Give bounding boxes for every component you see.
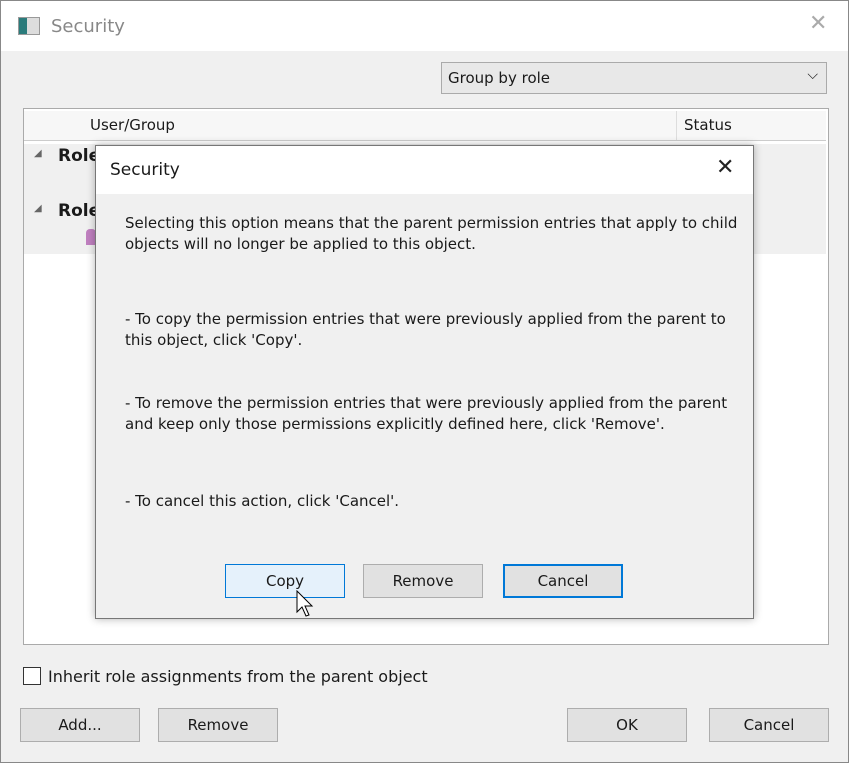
cancel-button[interactable]: Cancel <box>709 708 829 742</box>
inherit-checkbox-label[interactable]: Inherit role assignments from the parent… <box>48 667 428 686</box>
group-by-value: Group by role <box>448 69 551 87</box>
expand-icon[interactable]: ◢ <box>34 203 42 214</box>
copy-button[interactable]: Copy <box>225 564 345 598</box>
inherit-checkbox[interactable] <box>23 667 41 685</box>
copy-instruction: - To copy the permission entries that we… <box>125 310 726 349</box>
add-button[interactable]: Add... <box>20 708 140 742</box>
dialog-title-bar: Security ✕ <box>96 146 753 194</box>
close-icon[interactable]: ✕ <box>716 155 734 180</box>
window-title: Security <box>51 16 125 37</box>
dialog-cancel-button[interactable]: Cancel <box>503 564 623 598</box>
app-icon <box>18 17 40 35</box>
dialog-title: Security <box>110 160 180 180</box>
remove-instruction: - To remove the permission entries that … <box>125 394 728 433</box>
role-label: Role <box>58 201 101 221</box>
list-header: User/Group Status <box>24 111 826 141</box>
confirm-dialog: Security ✕ Selecting this option means t… <box>95 145 754 619</box>
ok-button[interactable]: OK <box>567 708 687 742</box>
cancel-instruction: - To cancel this action, click 'Cancel'. <box>125 492 400 510</box>
expand-icon[interactable]: ◢ <box>34 148 42 159</box>
mouse-cursor-icon <box>296 590 314 617</box>
column-status[interactable]: Status <box>684 116 732 134</box>
column-user-group[interactable]: User/Group <box>90 116 175 134</box>
group-by-select[interactable]: Group by role ⌵ <box>441 62 827 94</box>
dialog-message: Selecting this option means that the par… <box>125 214 738 253</box>
title-bar: Security ✕ <box>1 1 848 51</box>
dialog-remove-button[interactable]: Remove <box>363 564 483 598</box>
remove-button[interactable]: Remove <box>158 708 278 742</box>
chevron-down-icon: ⌵ <box>807 67 818 83</box>
role-label: Role <box>58 146 101 166</box>
close-icon[interactable]: ✕ <box>809 11 827 36</box>
